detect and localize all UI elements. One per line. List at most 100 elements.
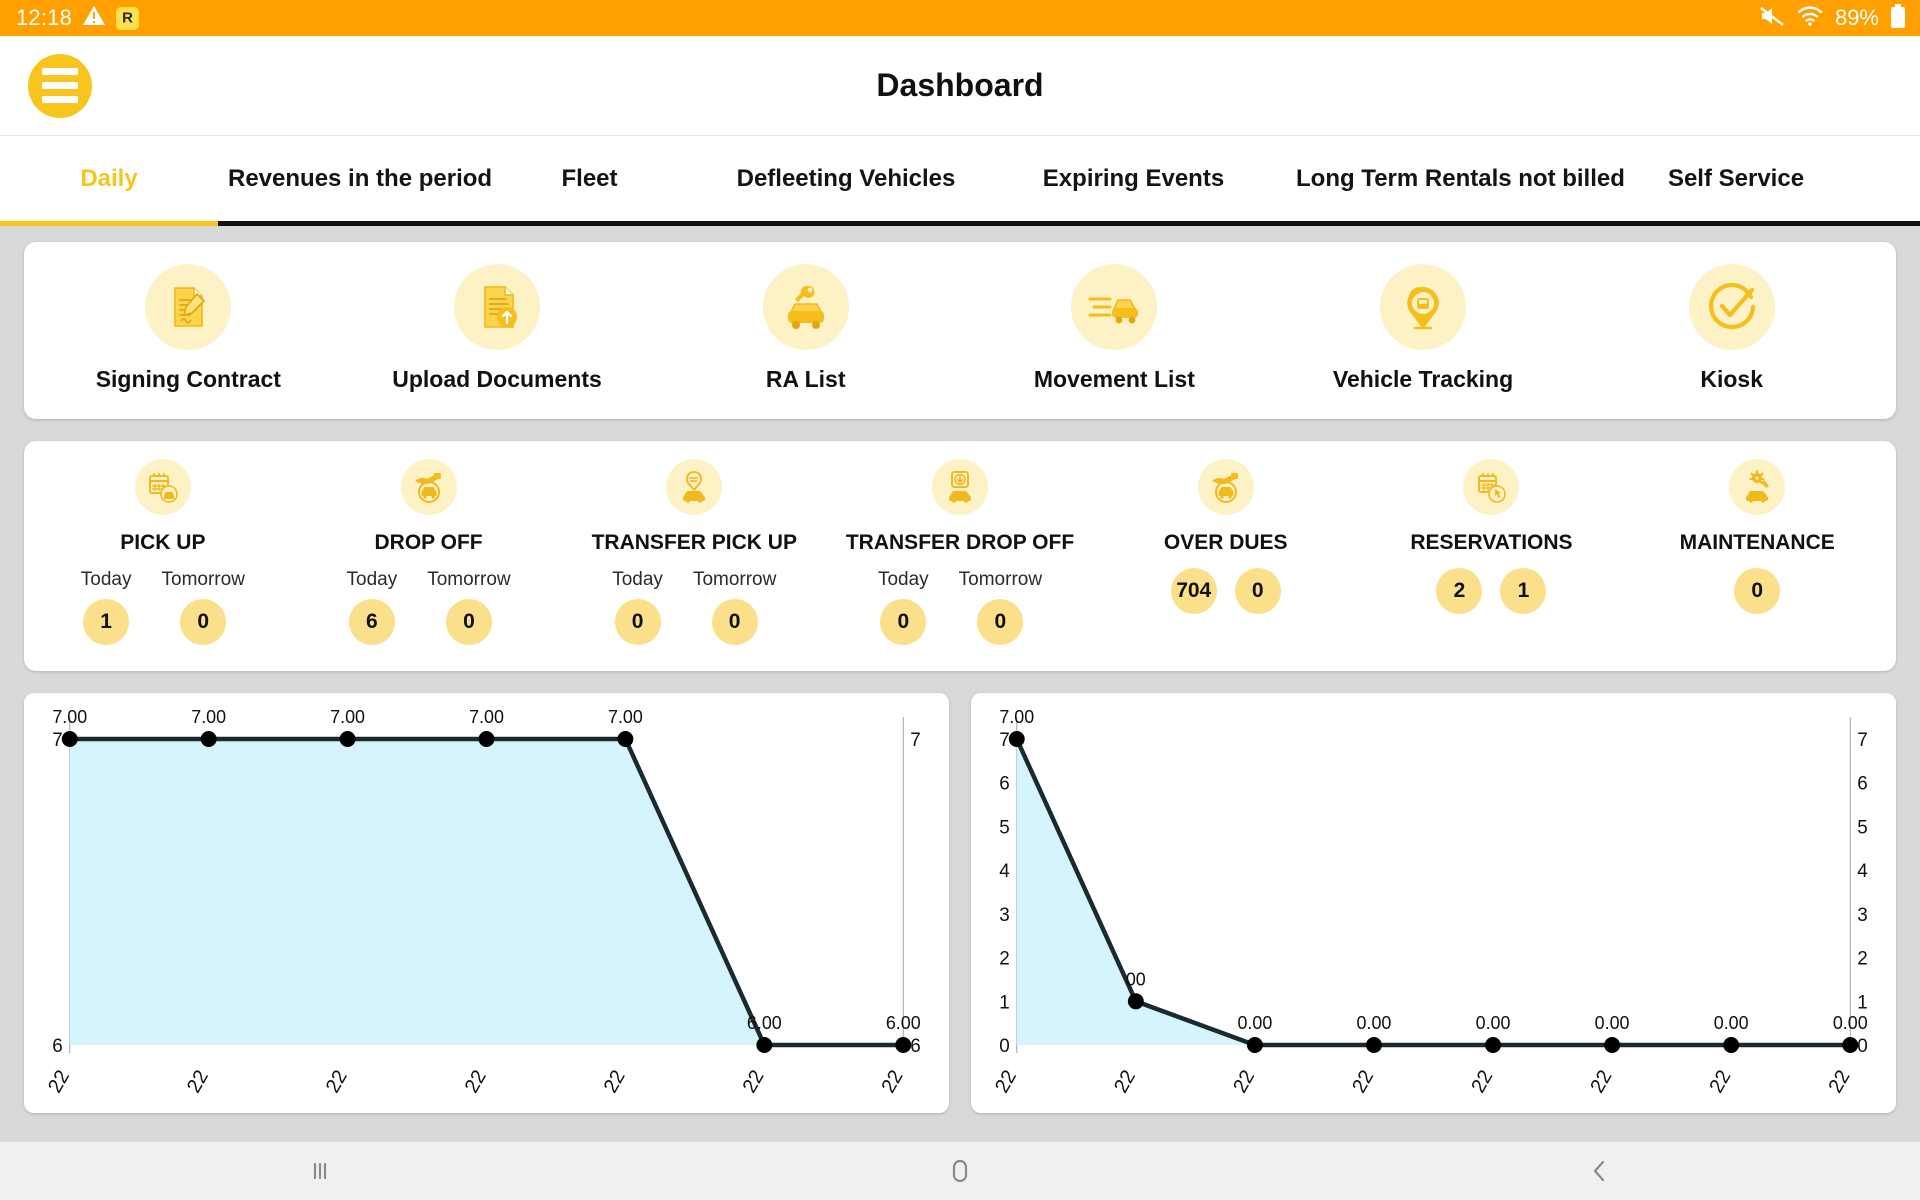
counter-value: 0 [615,599,661,645]
back-icon[interactable] [1280,1158,1920,1184]
svg-text:22: 22 [1110,1066,1140,1096]
tab-defleeting-vehicles[interactable]: Defleeting Vehicles [711,165,981,193]
action-signing-contract[interactable]: Signing Contract [34,264,343,393]
svg-text:22: 22 [1229,1066,1259,1096]
app-header: Dashboard [0,36,1920,136]
svg-text:3: 3 [999,905,1010,926]
home-icon[interactable] [640,1157,1280,1185]
calendar-click-icon [1463,459,1519,515]
counter-today[interactable]: Today 6 [347,569,398,645]
chart-left[interactable]: 77667.007.007.007.007.006.006.0022222222… [24,693,949,1113]
tab-daily[interactable]: Daily [0,165,218,193]
svg-text:22: 22 [878,1066,908,1096]
check-circle-icon [1689,264,1775,350]
action-vehicle-tracking[interactable]: Vehicle Tracking [1269,264,1578,393]
android-navigation-bar [0,1142,1920,1200]
counter-transfer-drop-off[interactable]: TRANSFER DROP OFF Today 0 Tomorrow 0 [827,459,1093,645]
svg-text:22: 22 [991,1066,1021,1096]
counter-reservations[interactable]: RESERVATIONS 2 1 [1359,459,1625,614]
svg-text:22: 22 [1348,1066,1378,1096]
counter-value: 0 [446,599,492,645]
charts-row: 77667.007.007.007.007.006.006.0022222222… [24,693,1896,1113]
counter-name: OVER DUES [1164,531,1288,555]
tab-self-service[interactable]: Self Service [1586,165,1886,193]
action-movement-list[interactable]: Movement List [960,264,1269,393]
counter-tomorrow[interactable]: Tomorrow 0 [162,569,245,645]
svg-text:7.00: 7.00 [52,707,87,727]
chart-right[interactable]: 77665544332211007.00000.000.000.000.000.… [971,693,1896,1113]
svg-text:2: 2 [999,949,1010,970]
svg-text:7: 7 [52,730,63,751]
counter-name: MAINTENANCE [1680,531,1835,555]
recents-icon[interactable] [0,1158,640,1184]
svg-text:7: 7 [910,730,921,751]
car-list-icon [1071,264,1157,350]
svg-text:22: 22 [322,1066,352,1096]
svg-text:1: 1 [999,992,1010,1013]
counter-value: 704 [1171,568,1217,614]
counter-tomorrow[interactable]: Tomorrow 0 [427,569,510,645]
svg-text:2: 2 [1857,949,1868,970]
svg-text:7.00: 7.00 [999,707,1034,727]
action-upload-documents[interactable]: Upload Documents [343,264,652,393]
counter-primary[interactable]: 704 [1171,568,1217,614]
svg-text:6.00: 6.00 [747,1013,782,1033]
counter-value: 0 [880,599,926,645]
svg-text:0: 0 [999,1036,1010,1057]
counter-value: 0 [180,599,226,645]
chart-left-canvas: 77667.007.007.007.007.006.006.0022222222… [24,693,949,1113]
counter-when-label: Today [81,569,132,591]
hamburger-bar [42,82,78,89]
counter-today[interactable]: Today 0 [878,569,929,645]
hamburger-bar [42,68,78,75]
tab-expiring-events[interactable]: Expiring Events [981,165,1286,193]
svg-text:0.00: 0.00 [1833,1013,1868,1033]
svg-text:7.00: 7.00 [469,707,504,727]
counter-value: 1 [1500,568,1546,614]
counter-transfer-pick-up[interactable]: TRANSFER PICK UP Today 0 Tomorrow 0 [561,459,827,645]
hamburger-menu-icon[interactable] [28,54,92,118]
page-title: Dashboard [0,67,1920,104]
counter-values: Today 0 Tomorrow 0 [612,569,776,645]
counter-tomorrow[interactable]: Tomorrow 0 [959,569,1042,645]
action-kiosk[interactable]: Kiosk [1577,264,1886,393]
tab-bar: Daily Revenues in the period Fleet Defle… [0,136,1920,226]
svg-text:0: 0 [1857,1036,1868,1057]
clock: 12:18 [16,5,72,31]
counter-primary[interactable]: 0 [1734,568,1780,614]
counter-drop-off[interactable]: DROP OFF Today 6 Tomorrow 0 [296,459,562,645]
quick-actions-row: Signing Contract Upload Docum [24,242,1896,419]
svg-text:22: 22 [600,1066,630,1096]
counter-value: 0 [1235,568,1281,614]
tab-revenues-in-the-period[interactable]: Revenues in the period [218,165,468,193]
tab-long-term-rentals-not-billed[interactable]: Long Term Rentals not billed [1286,165,1586,193]
svg-text:22: 22 [1586,1066,1616,1096]
counter-value: 6 [349,599,395,645]
svg-text:22: 22 [1467,1066,1497,1096]
svg-text:6: 6 [1857,774,1868,795]
tab-fleet[interactable]: Fleet [468,165,711,193]
chart-right-canvas: 77665544332211007.00000.000.000.000.000.… [971,693,1896,1113]
counter-over-dues[interactable]: OVER DUES 704 0 [1093,459,1359,614]
counter-maintenance[interactable]: MAINTENANCE 0 [1624,459,1890,614]
dashboard-content: Signing Contract Upload Docum [0,226,1920,1113]
battery-percent-label: 89% [1835,5,1879,31]
counter-secondary[interactable]: 1 [1500,568,1546,614]
counter-pick-up[interactable]: PICK UP Today 1 Tomorrow 0 [30,459,296,645]
svg-text:22: 22 [44,1066,74,1096]
counter-primary[interactable]: 2 [1436,568,1482,614]
svg-text:22: 22 [739,1066,769,1096]
counter-value: 0 [977,599,1023,645]
action-label: Signing Contract [96,366,281,393]
counter-tomorrow[interactable]: Tomorrow 0 [693,569,776,645]
action-label: Vehicle Tracking [1333,366,1513,393]
counter-values: 2 1 [1436,568,1546,614]
counter-today[interactable]: Today 0 [612,569,663,645]
counter-secondary[interactable]: 0 [1235,568,1281,614]
counter-today[interactable]: Today 1 [81,569,132,645]
svg-text:0.00: 0.00 [1476,1013,1511,1033]
counter-when-label: Tomorrow [162,569,245,591]
counter-values: Today 6 Tomorrow 0 [347,569,511,645]
svg-text:6: 6 [52,1036,63,1057]
action-ra-list[interactable]: RA List [651,264,960,393]
